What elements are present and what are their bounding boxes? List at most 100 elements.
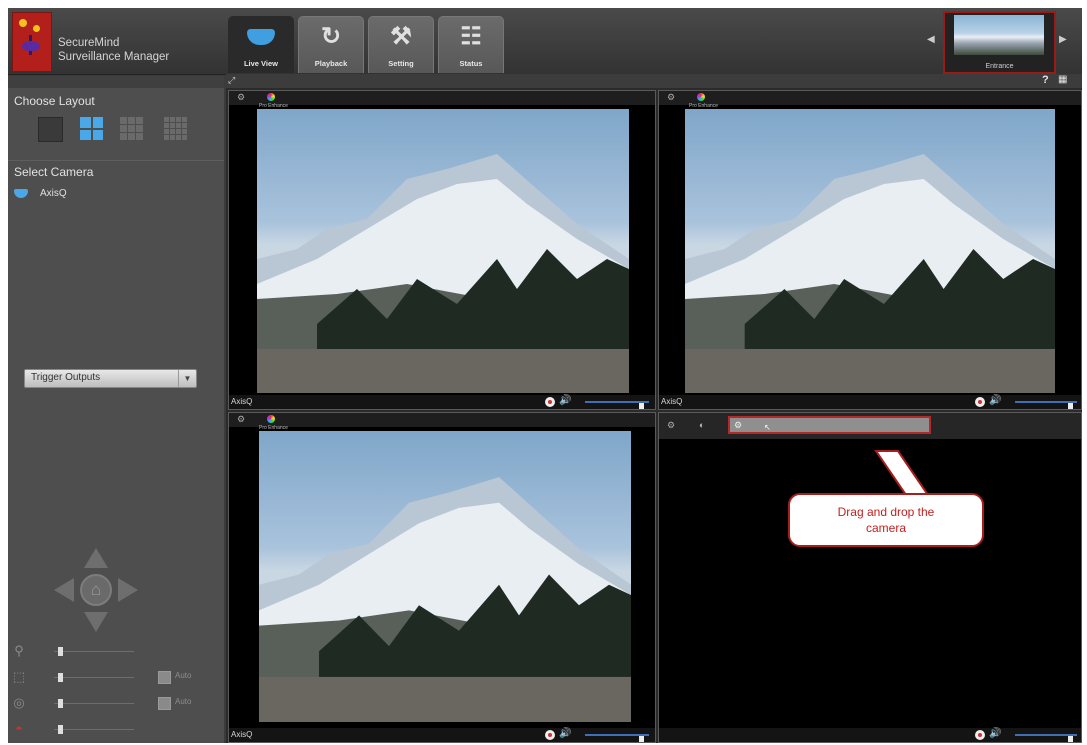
gear-icon[interactable]: ⚙ [667,92,675,103]
chevron-down-icon: ▼ [178,370,196,387]
camera-dome-icon [14,189,28,198]
volume-icon[interactable]: 🔊 [559,728,571,739]
focus-auto-label: Auto [175,671,192,680]
layout-2x2-button[interactable] [80,117,103,140]
settings-icon[interactable]: ▦ [1058,74,1067,85]
record-icon[interactable] [975,397,985,407]
gear-icon[interactable]: ⚙ [667,420,675,431]
zoom-control: ⚲ [8,642,224,662]
volume-slider[interactable] [1015,401,1077,409]
video-frame [685,109,1055,393]
focus-control: ⬚ Auto [8,668,224,688]
camera-preview-thumbnail[interactable]: Entrance [943,11,1056,74]
choose-layout-title: Choose Layout [14,94,95,108]
pan-right-arrow-icon[interactable] [118,578,138,602]
trigger-outputs-dropdown[interactable]: Trigger Outputs ▼ [24,369,197,388]
camera-drop-zone[interactable]: ⚙ ↖ [728,416,931,434]
chevron-right-icon[interactable]: ▶ [1059,34,1067,45]
pointer-cursor-icon: ↖ [764,423,771,432]
video-frame [257,109,629,393]
zoom-slider[interactable] [54,647,134,656]
volume-knob[interactable] [639,403,645,409]
slider-knob[interactable] [57,699,63,708]
iris-icon: ◎ [13,695,25,710]
app-name: SecureMind Surveillance Manager [58,36,169,64]
fullscreen-icon[interactable]: ⤢ [228,75,235,86]
volume-icon[interactable]: 🔊 [989,395,1001,406]
tab-status[interactable]: ☷ Status [438,16,504,73]
instruction-callout: Drag and drop the camera [788,493,984,547]
layout-1x1-button[interactable] [38,117,63,142]
sidebar-top-strip [8,76,224,88]
speed-slider[interactable] [54,725,134,734]
app-name-line2: Surveillance Manager [58,51,170,63]
record-icon[interactable] [545,730,555,740]
empty-video-tile[interactable]: ⚙ ◐ ⚙ ↖ 🔊 [658,412,1082,743]
tab-label: Setting [388,59,414,68]
document-icon: ☷ [460,23,482,50]
tab-live-view[interactable]: Live View [228,16,294,73]
callout-line2: camera [865,521,906,535]
tile-toolbar: ⚙ [659,91,1081,105]
preview-image [954,15,1044,55]
gear-icon: ⚙ [734,420,743,430]
slider-knob[interactable] [57,647,63,656]
volume-slider[interactable] [585,734,649,742]
slider-knob[interactable] [57,725,63,734]
layout-3x3-button[interactable] [120,117,143,140]
gear-icon[interactable]: ⚙ [237,414,245,425]
video-tile[interactable]: ⚙ Pro Enhance AxisQ 🔊 [228,412,656,743]
pan-left-arrow-icon[interactable] [54,578,74,602]
iris-auto-checkbox[interactable] [158,697,171,710]
record-icon[interactable] [545,397,555,407]
refresh-icon: ↻ [320,23,342,50]
camera-dome-icon [247,25,275,49]
volume-icon[interactable]: 🔊 [989,728,1001,739]
video-frame [259,431,631,722]
iris-slider[interactable] [54,699,134,708]
layout-4x4-button[interactable] [164,117,187,140]
focus-icon: ⬚ [12,669,26,684]
tab-label: Playback [314,59,348,68]
tile-toolbar: ⚙ ◐ ⚙ ↖ [659,413,1081,439]
volume-slider[interactable] [585,401,649,409]
chevron-left-icon[interactable]: ◀ [927,34,935,45]
view-toolbar: ⤢ ? ▦ [226,74,1082,88]
video-tile[interactable]: ⚙ Pro Enhance AxisQ 🔊 [658,90,1082,410]
help-icon[interactable]: ? [1042,74,1049,86]
slider-knob[interactable] [57,673,63,682]
tools-icon: ⚒ [390,23,412,50]
color-wheel-icon[interactable] [267,93,275,101]
volume-knob[interactable] [1067,403,1073,409]
volume-icon[interactable]: 🔊 [559,395,571,406]
pan-down-arrow-icon[interactable] [84,612,108,632]
focus-slider[interactable] [54,673,134,682]
app-name-line1: SecureMind [58,37,120,49]
volume-knob[interactable] [1067,736,1073,742]
speed-icon: ◓ [15,721,23,736]
preview-caption: Entrance [985,63,1014,70]
color-wheel-icon[interactable] [267,415,275,423]
pan-up-arrow-icon[interactable] [84,548,108,568]
gear-icon[interactable]: ⚙ [237,92,245,103]
tile-camera-name: AxisQ [661,397,683,406]
record-icon[interactable] [975,730,985,740]
contrast-icon[interactable]: ◐ [699,420,704,430]
tab-label: Status [459,59,483,68]
app-window: SecureMind Surveillance Manager Live Vie… [8,8,1082,743]
color-wheel-icon[interactable] [697,93,705,101]
tile-camera-name: AxisQ [231,730,253,739]
tile-status-bar: 🔊 [659,728,1081,742]
tile-toolbar: ⚙ [229,91,655,105]
trigger-outputs-label: Trigger Outputs [31,372,101,383]
mountain-scene [257,154,629,393]
volume-knob[interactable] [639,736,645,742]
home-icon[interactable]: ⌂ [80,574,112,606]
divider [8,160,224,161]
focus-auto-checkbox[interactable] [158,671,171,684]
volume-slider[interactable] [1015,734,1077,742]
mountain-scene [685,154,1055,393]
tab-playback[interactable]: ↻ Playback [298,16,364,73]
tab-setting[interactable]: ⚒ Setting [368,16,434,73]
video-tile[interactable]: ⚙ Pro Enhance AxisQ 🔊 [228,90,656,410]
